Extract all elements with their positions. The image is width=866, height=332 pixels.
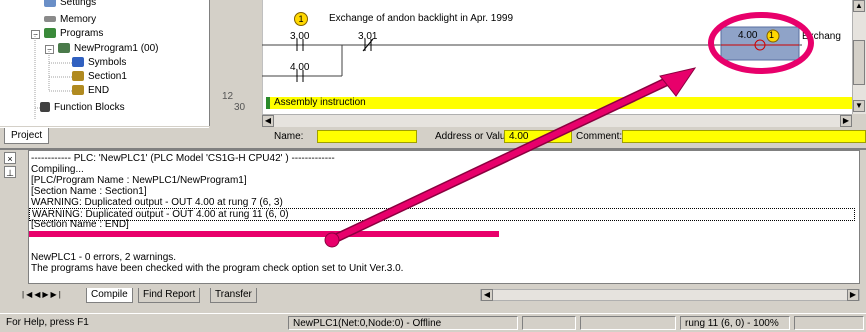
rung-comment: Exchange of andon backlight in Apr. 1999 [329, 13, 514, 24]
tab-nav-icon[interactable]: |◀◀▶▶| [22, 289, 82, 301]
tab-transfer[interactable]: Transfer [210, 288, 257, 303]
project-tree-panel: Settings Memory − Programs − NewProgram1… [0, 0, 210, 126]
close-icon[interactable]: × [4, 152, 16, 164]
plc-status: NewPLC1(Net:0,Node:0) - Offline [288, 316, 518, 330]
output-tab-strip: |◀◀▶▶| Compile Find Report Transfer [20, 288, 480, 303]
scroll-left-icon[interactable]: ◀ [262, 115, 274, 127]
warning-line[interactable]: WARNING: Duplicated output - OUT 4.00 at… [31, 197, 283, 208]
pin-icon[interactable]: ⊥ [4, 166, 16, 178]
output-line: [PLC/Program Name : NewPLC1/NewProgram1] [31, 175, 247, 186]
tab-find-report[interactable]: Find Report [138, 288, 201, 303]
scroll-right-icon[interactable]: ▶ [847, 289, 859, 301]
scroll-right-icon[interactable]: ▶ [840, 115, 852, 127]
output-line: Compiling... [31, 164, 84, 175]
output-line: ------------ PLC: 'NewPLC1' (PLC Model '… [31, 153, 335, 164]
scroll-down-icon[interactable]: ▼ [853, 100, 865, 112]
project-tab-strip: Project [0, 127, 209, 145]
annotation-arrow [324, 67, 697, 248]
output-line: [Section Name : END] [31, 219, 129, 230]
highlight-ring [708, 12, 814, 74]
status-bar: For Help, press F1 NewPLC1(Net:0,Node:0)… [0, 313, 866, 332]
scroll-left-icon[interactable]: ◀ [481, 289, 493, 301]
contact-label-3-01: 3.01 [358, 31, 378, 42]
output-summary: NewPLC1 - 0 errors, 2 warnings. [31, 252, 177, 263]
output-horizontal-scrollbar[interactable]: ◀ ▶ [480, 289, 860, 301]
rung-position: rung 11 (6, 0) - 100% [680, 316, 790, 330]
contact-label-3-00: 3.00 [290, 31, 310, 42]
comment-bookmark-badge: 1 [294, 12, 308, 26]
scroll-thumb[interactable] [853, 40, 865, 85]
scroll-up-icon[interactable]: ▲ [853, 0, 865, 12]
tree-lines [34, 34, 72, 120]
tab-project[interactable]: Project [4, 128, 50, 144]
tab-compile[interactable]: Compile [86, 288, 133, 303]
rung-number-gutter: 12 30 [212, 0, 262, 114]
help-text: For Help, press F1 [6, 317, 89, 328]
ladder-vertical-scrollbar[interactable]: ▲ ▼ [852, 0, 866, 114]
output-line: [Section Name : Section1] [31, 186, 147, 197]
contact-label-4-00: 4.00 [290, 62, 310, 73]
